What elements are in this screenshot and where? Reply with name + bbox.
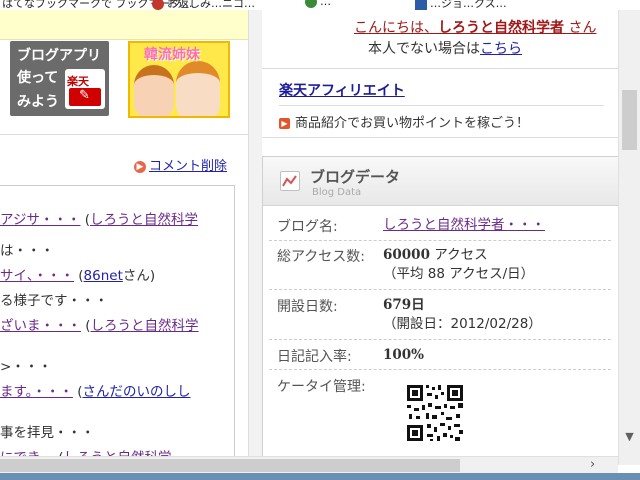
row-value: 60000 アクセス （平均 88 アクセス/日） <box>383 247 535 282</box>
blog-name-row: ブログ名: しろうと自然科学者・・・ <box>269 213 611 241</box>
right-column: こんにちは、しろうと自然科学者 さん 本人でない場合はこちら 楽天アフィリエイト… <box>262 10 618 465</box>
blog-data-subtitle: Blog Data <box>312 187 362 198</box>
girl-illustration-icon <box>176 61 220 116</box>
korean-sisters-banner[interactable]: 韓流姉妹 <box>128 41 230 118</box>
comment-line: ます。・・・ (さんだのいのしし <box>0 384 191 400</box>
divider <box>279 105 604 106</box>
open-days-row: 開設日数: 679日 （開設日：2012/02/28） <box>269 293 611 340</box>
bookmark-icon <box>305 0 317 8</box>
diary-rate-row: 日記記入率: 100% <box>269 343 611 370</box>
comment-link[interactable]: サイ、・・・ <box>0 268 74 284</box>
bookmark-bar: はてなブックマークで ブックマーク… お返しみ…ニコ… … …ジョ…クス… <box>0 0 640 10</box>
taskbar <box>0 473 640 480</box>
comment-line: は・・・ <box>0 243 54 259</box>
blog-data-header: ブログデータ Blog Data <box>263 157 618 206</box>
comment-line: ざいま・・・ (しろうと自然科学 <box>0 318 199 334</box>
comment-line: る様子です・・・ <box>0 293 108 309</box>
not-me-notice: 本人でない場合はこちら <box>368 41 522 57</box>
comment-line: 事を拝見・・・ <box>0 425 95 441</box>
bookmark-item[interactable]: …ジョ…クス… <box>415 0 507 10</box>
row-label: 開設日数: <box>277 299 338 315</box>
arrow-circle-icon: ▶ <box>134 160 146 173</box>
blog-app-banner[interactable]: ブログアプリ 使って みよう 楽天 ✎ <box>10 41 109 116</box>
blog-data-title: ブログデータ <box>310 168 401 186</box>
total-access-row: 総アクセス数: 60000 アクセス （平均 88 アクセス/日） <box>269 243 611 290</box>
blog-name-link[interactable]: しろうと自然科学者・・・ <box>383 217 545 233</box>
row-value: 679日 （開設日：2012/02/28） <box>383 297 542 332</box>
scroll-right-icon[interactable]: › <box>590 457 595 472</box>
row-label: ブログ名: <box>277 219 338 235</box>
affiliate-description: ▶ 商品紹介でお買い物ポイントを稼ごう！ <box>279 112 529 131</box>
chart-icon <box>280 171 300 191</box>
bookmark-item[interactable]: … <box>305 0 331 8</box>
row-label: 総アクセス数: <box>277 249 366 265</box>
affiliate-box: 楽天アフィリエイト ▶ 商品紹介でお買い物ポイントを稼ごう！ <box>262 68 618 138</box>
blog-data-panel: ブログデータ Blog Data ブログ名: しろうと自然科学者・・・ 総アクセ… <box>262 156 618 465</box>
affiliate-link[interactable]: 楽天アフィリエイト <box>279 80 405 100</box>
comment-link[interactable]: ざいま・・・ <box>0 318 81 334</box>
left-column: ブログアプリ 使って みよう 楽天 ✎ 韓流姉妹 ▶ コメント削除 アジサ・・・ … <box>0 10 248 465</box>
banner-text: 使って <box>17 70 59 86</box>
banner-text: みよう <box>17 94 59 110</box>
bookmark-icon <box>415 0 427 10</box>
comment-author-link[interactable]: さんだのいのしし <box>82 384 190 400</box>
comment-link[interactable]: ます。・・・ <box>0 384 73 400</box>
bookmark-item[interactable]: お返しみ…ニコ… <box>152 0 255 10</box>
rakuten-logo-icon: 楽天 ✎ <box>65 69 105 109</box>
greeting: こんにちは、しろうと自然科学者 さん <box>354 20 597 36</box>
vertical-scrollbar[interactable]: ▼ <box>618 10 640 465</box>
bookmark-icon <box>152 0 164 10</box>
comment-delete-link[interactable]: ▶ コメント削除 <box>134 155 227 174</box>
qr-code-icon <box>385 373 485 463</box>
comment-link[interactable]: アジサ・・・ <box>0 212 80 228</box>
arrow-box-icon: ▶ <box>279 118 290 129</box>
comment-author-link[interactable]: しろうと自然科学 <box>90 212 198 228</box>
logout-link[interactable]: こちら <box>480 41 522 57</box>
banner-text: ブログアプリ <box>17 48 101 64</box>
divider <box>0 134 248 135</box>
comment-author-link[interactable]: しろうと自然科学 <box>91 318 199 334</box>
row-label: ケータイ管理: <box>277 379 366 395</box>
banner-text: 韓流姉妹 <box>144 47 200 63</box>
comment-line: アジサ・・・ (しろうと自然科学 <box>0 212 199 228</box>
comment-line: >・・・ <box>0 359 52 375</box>
scrollbar-thumb[interactable] <box>0 459 460 472</box>
user-name-link[interactable]: しろうと自然科学者 <box>438 20 564 36</box>
column-divider <box>248 10 263 465</box>
horizontal-scrollbar[interactable]: › <box>0 456 618 474</box>
scrollbar-thumb[interactable] <box>622 90 637 150</box>
notice-band <box>0 10 248 40</box>
recent-comments-list: アジサ・・・ (しろうと自然科学 は・・・ サイ、・・・ (86netさん) る… <box>0 185 235 465</box>
row-label: 日記記入率: <box>277 349 352 365</box>
comment-line: サイ、・・・ (86netさん) <box>0 268 156 284</box>
row-value: 100% <box>383 347 425 363</box>
scroll-down-icon[interactable]: ▼ <box>622 430 637 444</box>
comment-delete-label[interactable]: コメント削除 <box>149 159 227 174</box>
comment-author-link[interactable]: 86net <box>84 268 123 284</box>
pencil-icon: ✎ <box>69 88 101 106</box>
girl-illustration-icon <box>134 65 174 116</box>
